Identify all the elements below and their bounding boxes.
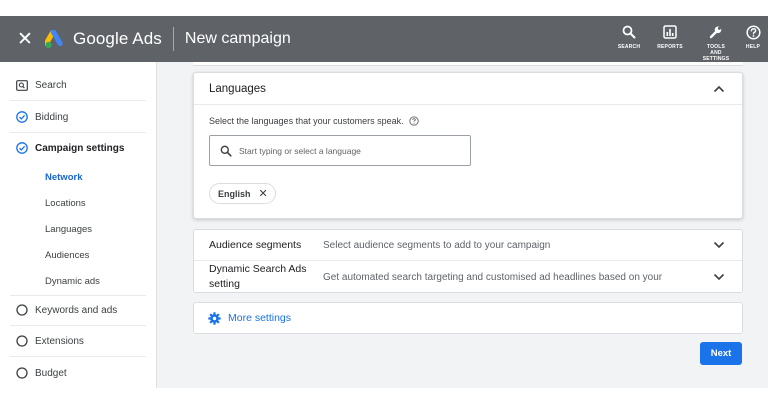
sidebar-item-label: Search <box>35 79 67 91</box>
sidebar-divider <box>10 356 146 357</box>
search-icon <box>220 145 232 157</box>
empty-circle-icon <box>16 304 28 316</box>
sidebar-divider <box>10 295 146 296</box>
empty-circle-icon <box>16 367 28 379</box>
search-campaign-icon <box>16 79 28 91</box>
audience-segments-title: Audience segments <box>209 238 302 251</box>
header-help-label: HELP <box>745 44 761 50</box>
sidebar-subitem-locations[interactable]: Locations <box>45 195 86 211</box>
header-help-button[interactable]: HELP <box>738 23 768 50</box>
sidebar-item-keywords-and-ads[interactable]: Keywords and ads <box>0 300 117 320</box>
remove-chip-icon[interactable]: ✕ <box>259 188 268 199</box>
sidebar-item-extensions[interactable]: Extensions <box>0 331 84 351</box>
header-reports-label: REPORTS <box>657 44 683 50</box>
audience-segments-description: Select audience segments to add to your … <box>323 239 551 251</box>
languages-card: Languages Select the languages that your… <box>193 72 743 219</box>
languages-description: Select the languages that your customers… <box>209 116 419 126</box>
dsa-setting-row[interactable]: Dynamic Search Ads setting Get automated… <box>194 261 742 293</box>
sidebar-divider <box>10 100 146 101</box>
sidebar: Search Bidding Campaign settings Network… <box>0 62 157 388</box>
check-circle-icon <box>16 111 28 123</box>
header-search-label: SEARCH <box>617 44 641 50</box>
previous-card-edge <box>193 62 743 66</box>
header-reports-button[interactable]: REPORTS <box>650 23 690 50</box>
close-icon[interactable]: ✕ <box>13 27 37 51</box>
header-search-button[interactable]: SEARCH <box>609 23 649 50</box>
chevron-down-icon[interactable] <box>712 238 726 252</box>
more-settings-label: More settings <box>228 312 292 324</box>
header-actions: SEARCH REPORTS TOOLS AND SETTINGS HELP <box>609 16 768 62</box>
chevron-up-icon[interactable] <box>712 82 726 96</box>
languages-header[interactable]: Languages <box>194 73 742 105</box>
chevron-down-icon[interactable] <box>712 270 726 284</box>
sidebar-subitem-network[interactable]: Network <box>45 169 82 185</box>
next-button[interactable]: Next <box>700 342 742 365</box>
app-frame: ✕ Google Ads New campaign SEARCH REPORTS… <box>0 16 768 388</box>
reports-icon <box>663 23 677 41</box>
sidebar-item-label: Bidding <box>35 111 69 123</box>
header-divider <box>172 27 174 51</box>
language-search-field[interactable] <box>209 135 471 166</box>
header-tools-button[interactable]: TOOLS AND SETTINGS <box>695 23 737 62</box>
languages-description-text: Select the languages that your customers… <box>209 116 404 126</box>
page-title: New campaign <box>184 30 291 47</box>
sidebar-item-label: Extensions <box>35 335 84 347</box>
header-tools-label: TOOLS AND SETTINGS <box>702 44 730 62</box>
sidebar-item-budget[interactable]: Budget <box>0 363 67 383</box>
audience-segments-row[interactable]: Audience segments Select audience segmen… <box>194 230 742 261</box>
dsa-setting-description: Get automated search targeting and custo… <box>323 271 663 283</box>
sidebar-subitem-audiences[interactable]: Audiences <box>45 247 89 263</box>
help-icon <box>745 23 761 41</box>
sidebar-divider <box>10 132 146 133</box>
sidebar-item-bidding[interactable]: Bidding <box>0 107 68 127</box>
sidebar-item-search[interactable]: Search <box>0 75 67 95</box>
languages-title: Languages <box>209 82 266 95</box>
check-circle-icon <box>16 142 28 154</box>
sidebar-subitem-dynamic-ads[interactable]: Dynamic ads <box>45 273 100 289</box>
language-search-input[interactable] <box>239 145 459 156</box>
wrench-icon <box>709 23 723 41</box>
more-settings-button[interactable]: More settings <box>193 302 743 334</box>
sidebar-item-campaign-settings[interactable]: Campaign settings <box>0 138 124 158</box>
google-ads-logo <box>45 29 67 49</box>
sidebar-divider <box>10 325 146 326</box>
dsa-setting-title: Dynamic Search Ads setting <box>209 263 307 290</box>
top-bar: ✕ Google Ads New campaign SEARCH REPORTS… <box>0 16 768 62</box>
sidebar-subitem-languages[interactable]: Languages <box>45 221 92 237</box>
sidebar-item-label: Keywords and ads <box>35 304 118 316</box>
brand-name: Google Ads <box>73 29 162 48</box>
sidebar-item-label: Budget <box>35 367 67 379</box>
help-circle-icon[interactable] <box>408 116 419 126</box>
gear-icon <box>208 311 221 325</box>
audience-dsa-card: Audience segments Select audience segmen… <box>193 229 743 293</box>
sidebar-item-label: Campaign settings <box>35 142 125 154</box>
empty-circle-icon <box>16 335 28 347</box>
language-chip-english: English ✕ <box>209 183 276 204</box>
search-icon <box>622 23 636 41</box>
language-chip-label: English <box>218 188 251 199</box>
